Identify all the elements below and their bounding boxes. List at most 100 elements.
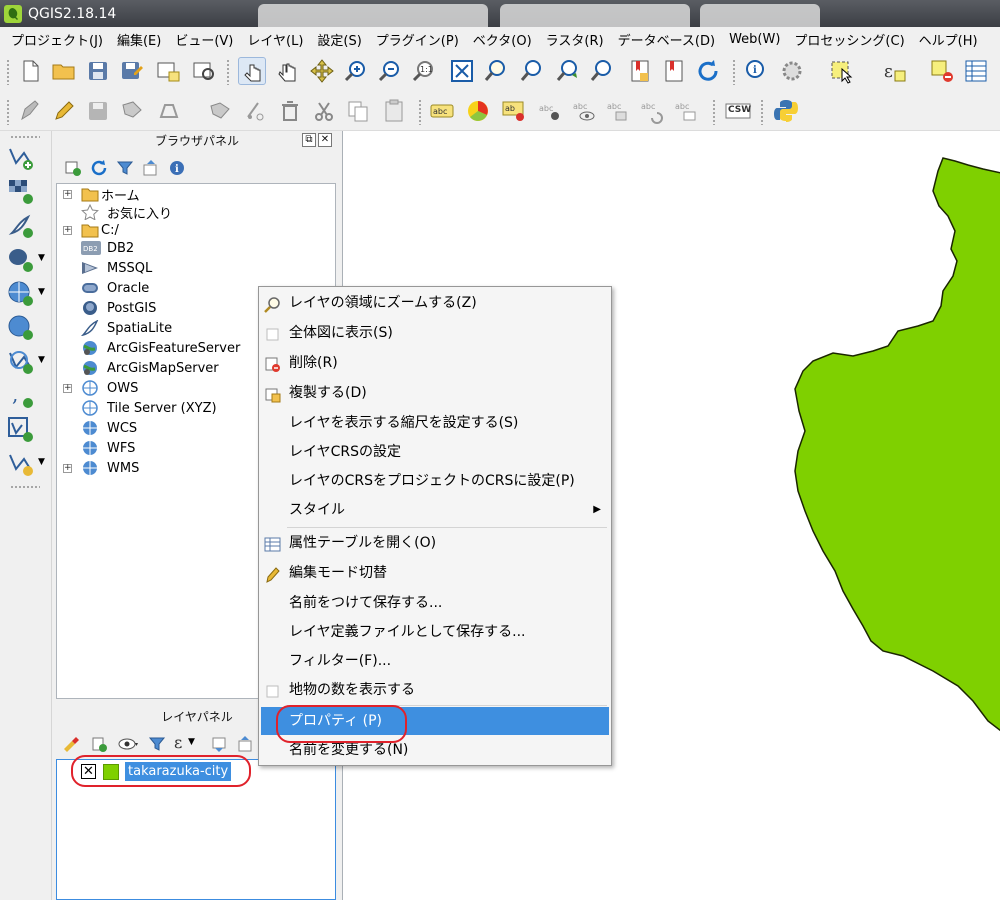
dropdown-arrow-icon[interactable]: ▼ [188, 737, 195, 747]
toolbar-grip[interactable] [712, 99, 716, 125]
collapse-all-icon[interactable] [236, 735, 254, 757]
toolbar-grip[interactable] [226, 59, 230, 85]
menu-processing[interactable]: プロセッシング(C) [787, 30, 911, 49]
add-virtual-layer-icon[interactable] [6, 415, 34, 443]
open-attribute-table-icon[interactable] [962, 57, 990, 85]
float-panel-icon[interactable]: ⧉ [302, 133, 316, 147]
menu-project[interactable]: プロジェクト(J) [4, 30, 110, 49]
toolbar-grip[interactable] [6, 59, 10, 85]
copy-features-icon[interactable] [344, 97, 372, 125]
menu-help[interactable]: ヘルプ(H) [912, 30, 985, 49]
filter-legend-icon[interactable] [148, 735, 166, 757]
select-by-expression-icon[interactable]: ε [880, 57, 908, 85]
metasearch-csw-icon[interactable]: CSW [724, 97, 752, 125]
layer-item-takarazuka-city[interactable]: ✕ takarazuka-city [77, 762, 257, 782]
menu-item-show-in-overview[interactable]: 全体図に表示(S) [261, 319, 609, 347]
layer-styling-icon[interactable] [464, 97, 492, 125]
pan-to-selection-icon[interactable] [308, 57, 336, 85]
menu-plugins[interactable]: プラグイン(P) [369, 30, 466, 49]
layer-visibility-checkbox[interactable]: ✕ [81, 764, 96, 779]
python-console-icon[interactable] [772, 97, 800, 125]
deselect-features-icon[interactable] [928, 57, 956, 85]
add-delimited-text-layer-icon[interactable]: , [6, 381, 34, 409]
menu-web[interactable]: Web(W) [722, 32, 787, 47]
menu-item-duplicate[interactable]: 複製する(D) [261, 379, 609, 407]
toolbar-grip[interactable] [6, 99, 10, 125]
dropdown-arrow-icon[interactable]: ▼ [38, 253, 45, 263]
visibility-icon[interactable] [118, 735, 140, 757]
new-vector-layer-icon[interactable] [6, 449, 34, 477]
toolbar-grip[interactable] [418, 99, 422, 125]
expand-icon[interactable]: + [63, 383, 72, 393]
touch-zoom-pan-icon[interactable] [238, 57, 266, 85]
add-spatialite-layer-icon[interactable] [6, 211, 34, 239]
expand-icon[interactable]: + [63, 189, 72, 199]
toggle-editing-icon[interactable] [50, 97, 78, 125]
add-selected-layer-icon[interactable] [64, 159, 82, 181]
style-manager-icon[interactable] [62, 735, 80, 757]
zoom-out-icon[interactable] [376, 57, 404, 85]
menu-database[interactable]: データベース(D) [611, 30, 723, 49]
label-pin-icon[interactable]: ab [500, 97, 528, 125]
save-layer-edits-icon[interactable] [84, 97, 112, 125]
menu-view[interactable]: ビュー(V) [168, 30, 240, 49]
add-group-icon[interactable] [90, 735, 108, 757]
browser-tab[interactable] [258, 4, 488, 27]
highlight-pinned-labels-icon[interactable]: abc [536, 97, 564, 125]
menu-layer[interactable]: レイヤ(L) [240, 30, 310, 49]
collapse-all-icon[interactable] [142, 159, 160, 181]
add-wcs-layer-icon[interactable] [6, 313, 34, 341]
rotate-label-icon[interactable]: abc [638, 97, 666, 125]
zoom-to-layer-icon[interactable] [482, 57, 510, 85]
menu-item-set-project-crs-from-layer[interactable]: レイヤのCRSをプロジェクトのCRSに設定(P) [261, 467, 609, 495]
zoom-native-icon[interactable]: 1:1 [410, 57, 438, 85]
add-wfs-layer-icon[interactable] [6, 347, 34, 375]
layer-labeling-icon[interactable]: abc [428, 97, 456, 125]
composer-manager-icon[interactable] [190, 57, 218, 85]
change-label-icon[interactable]: abc [672, 97, 700, 125]
dropdown-arrow-icon[interactable]: ▼ [38, 287, 45, 297]
menu-item-remove[interactable]: 削除(R) [261, 349, 609, 377]
add-wms-layer-icon[interactable] [6, 279, 34, 307]
menu-item-save-as-layer-definition[interactable]: レイヤ定義ファイルとして保存する... [261, 618, 609, 646]
menu-vector[interactable]: ベクタ(O) [466, 30, 539, 49]
new-project-icon[interactable] [16, 57, 44, 85]
menu-item-set-layer-crs[interactable]: レイヤCRSの設定 [261, 438, 609, 466]
current-edits-icon[interactable] [16, 97, 44, 125]
add-feature-icon[interactable] [118, 97, 146, 125]
zoom-in-icon[interactable] [342, 57, 370, 85]
filter-by-expression-icon[interactable]: ε [174, 733, 182, 752]
zoom-last-icon[interactable] [554, 57, 582, 85]
menu-item-styles[interactable]: スタイル ▶ [261, 496, 609, 524]
dropdown-arrow-icon[interactable]: ▼ [38, 355, 45, 365]
zoom-to-selection-icon[interactable] [518, 57, 546, 85]
menu-settings[interactable]: 設定(S) [310, 30, 368, 49]
toolbar-grip[interactable] [732, 59, 736, 85]
menu-item-properties[interactable]: プロパティ (P) [261, 707, 609, 735]
toolbar-grip[interactable] [10, 135, 40, 139]
pan-map-icon[interactable] [274, 57, 302, 85]
node-tool-icon[interactable] [206, 97, 234, 125]
toolbar-grip[interactable] [760, 99, 764, 125]
save-project-icon[interactable] [84, 57, 112, 85]
expand-icon[interactable]: + [63, 225, 72, 235]
expand-all-icon[interactable] [210, 735, 228, 757]
delete-selected-icon[interactable] [242, 97, 270, 125]
browser-tab[interactable] [700, 4, 820, 27]
select-features-icon[interactable] [828, 57, 856, 85]
show-hide-labels-icon[interactable]: abc [570, 97, 598, 125]
menu-item-set-scale-visibility[interactable]: レイヤを表示する縮尺を設定する(S) [261, 409, 609, 437]
expand-icon[interactable]: + [63, 463, 72, 473]
refresh-icon[interactable] [90, 159, 108, 181]
menu-item-open-attribute-table[interactable]: 属性テーブルを開く(O) [261, 529, 609, 557]
browser-tab[interactable] [500, 4, 690, 27]
zoom-full-icon[interactable] [448, 57, 476, 85]
open-project-icon[interactable] [50, 57, 78, 85]
dropdown-arrow-icon[interactable]: ▼ [38, 457, 45, 467]
cut-features-icon[interactable] [310, 97, 338, 125]
trash-icon[interactable] [276, 97, 304, 125]
add-postgis-layer-icon[interactable] [6, 245, 34, 273]
menu-item-toggle-editing[interactable]: 編集モード切替 [261, 559, 609, 587]
new-print-composer-icon[interactable] [154, 57, 182, 85]
menu-item-zoom-to-layer[interactable]: レイヤの領域にズームする(Z) [261, 289, 609, 317]
